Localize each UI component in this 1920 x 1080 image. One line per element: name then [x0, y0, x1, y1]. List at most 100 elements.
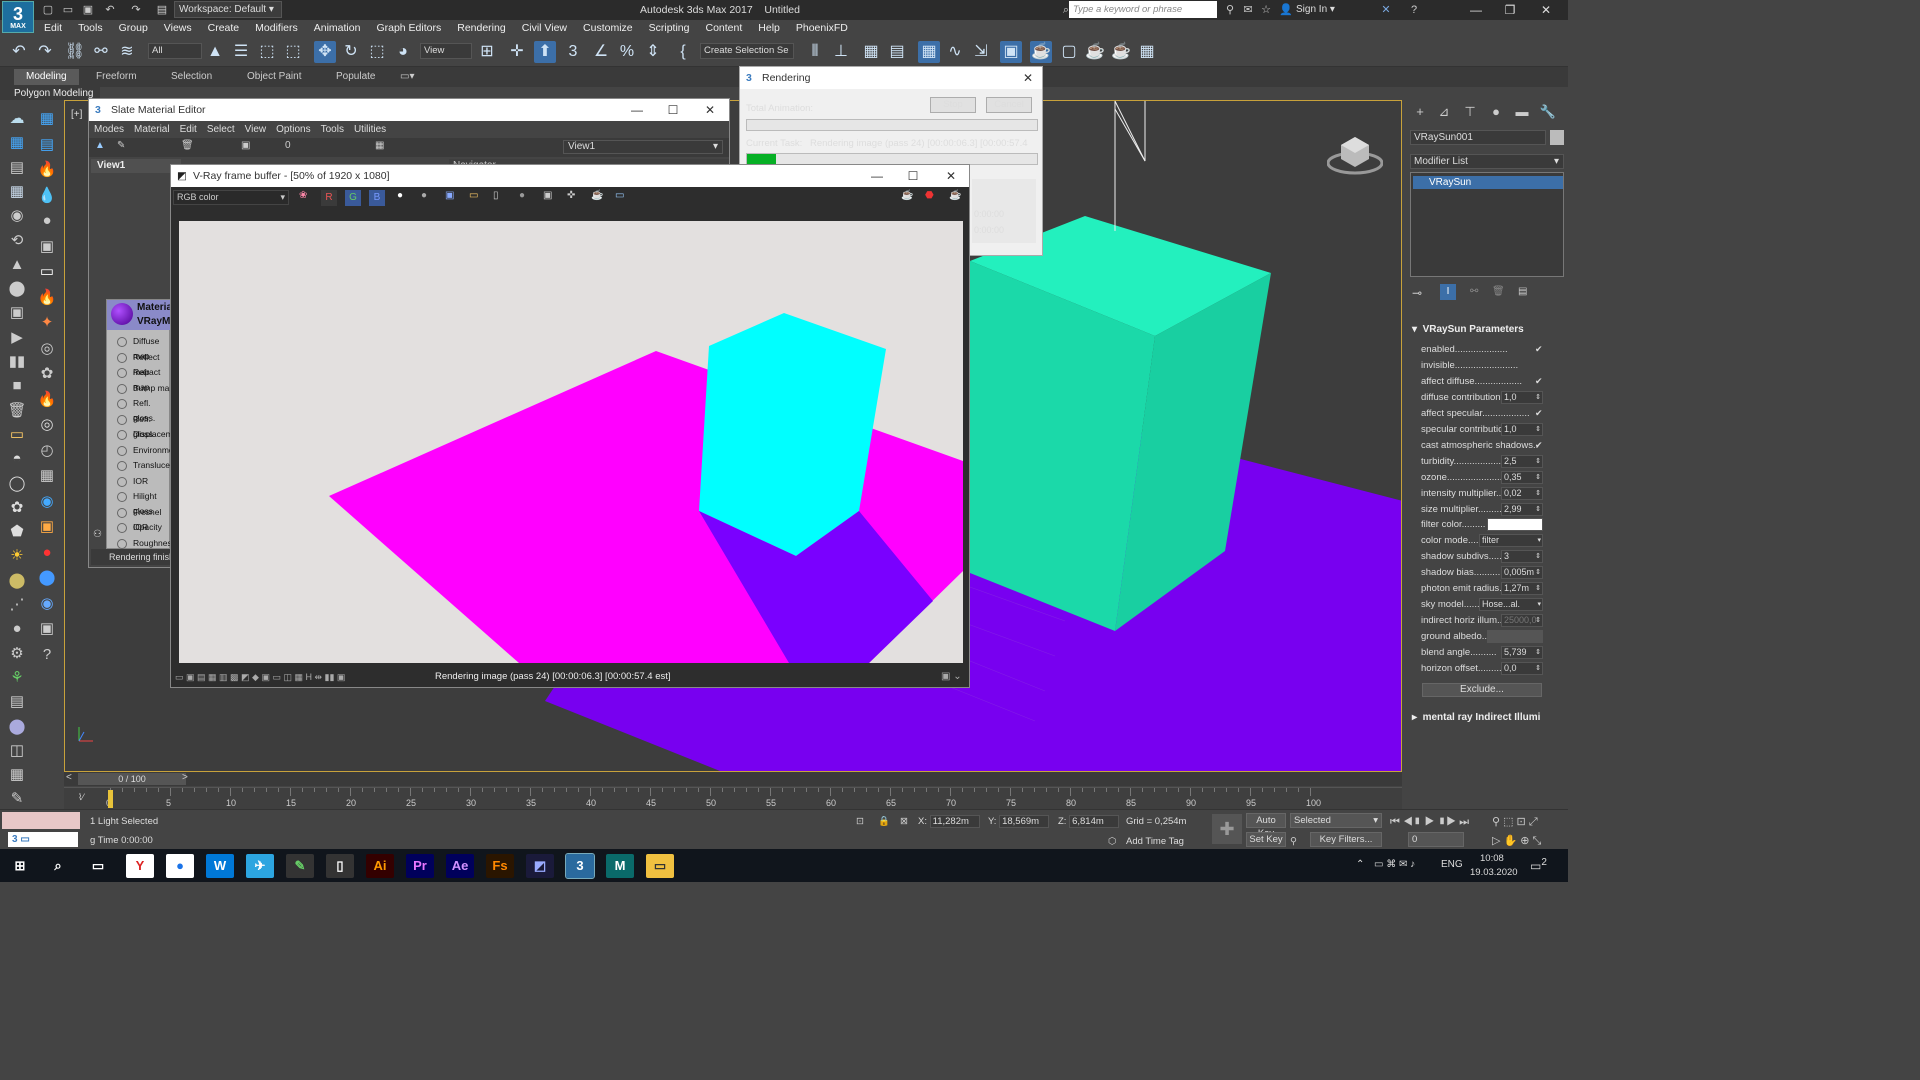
- set-key-button[interactable]: Set Key: [1246, 832, 1286, 847]
- gear-icon[interactable]: ⚙: [6, 643, 28, 665]
- playback-controls[interactable]: ⏮ ◀▮ ▶ ▮▶ ⏭: [1390, 815, 1469, 829]
- param-color-swatch[interactable]: [1487, 630, 1543, 644]
- param-spinner[interactable]: 1,0 ⇕: [1501, 390, 1543, 404]
- trash-icon[interactable]: 🗑: [6, 400, 28, 422]
- target-icon[interactable]: ◎: [36, 338, 58, 360]
- cone-icon[interactable]: ▲: [6, 254, 28, 276]
- workspace-dropdown[interactable]: Workspace: Default ▾: [174, 1, 282, 18]
- red-channel-icon[interactable]: R: [321, 190, 337, 206]
- key-selection-dropdown[interactable]: Selected ▾: [1290, 813, 1382, 828]
- selection-filter-dropdown[interactable]: All: [148, 43, 202, 59]
- spinner-snap-icon[interactable]: ⇕: [642, 41, 664, 63]
- material-slot[interactable]: Diffuse map: [117, 334, 175, 361]
- menu-graph-editors[interactable]: Graph Editors: [368, 20, 449, 37]
- hierarchy-tab-icon[interactable]: ⊤: [1460, 104, 1480, 122]
- param-spinner[interactable]: 0,0 ⇕: [1501, 662, 1543, 675]
- param-spinner[interactable]: 1,0 ⇕: [1501, 422, 1543, 436]
- screen-icon[interactable]: ▭: [36, 261, 58, 283]
- app-icon[interactable]: ◩: [526, 854, 554, 878]
- named-selection-dropdown[interactable]: Create Selection Se: [700, 43, 794, 59]
- menu-tools[interactable]: Tools: [70, 20, 111, 37]
- dots-icon[interactable]: ●: [6, 618, 28, 640]
- green-channel-icon[interactable]: G: [345, 190, 361, 206]
- globe-icon[interactable]: ◉: [36, 491, 58, 513]
- material-slot[interactable]: Fresnel IOR: [117, 505, 175, 532]
- y-coordinate-field[interactable]: 18,569m: [999, 815, 1050, 828]
- redo-icon[interactable]: ↷: [128, 2, 144, 18]
- telegram-icon[interactable]: ✈: [246, 854, 274, 878]
- window-crossing-icon[interactable]: ⬚: [282, 41, 304, 63]
- material-slot[interactable]: Reflect map: [117, 350, 175, 377]
- param-spinner[interactable]: 25000,0 ⇕: [1501, 614, 1543, 628]
- vraysun-rollout-header[interactable]: ▾ VRaySun Parameters: [1412, 324, 1524, 335]
- slate-menu-utilities[interactable]: Utilities: [349, 121, 391, 138]
- windows-store-icon[interactable]: W: [206, 854, 234, 878]
- slate-menu-material[interactable]: Material: [129, 121, 175, 138]
- fusion-icon[interactable]: Fs: [486, 854, 514, 878]
- material-slot[interactable]: Environment: [117, 443, 181, 458]
- slate-menu-select[interactable]: Select: [202, 121, 240, 138]
- material-slot[interactable]: Displacement: [117, 427, 185, 442]
- material-slot[interactable]: Refr. gloss.: [117, 412, 175, 439]
- viewport-nav-icons-2[interactable]: ▷ ✋ ⊕ ⤡: [1492, 834, 1541, 848]
- search-icon[interactable]: ⌕: [44, 854, 72, 878]
- keyboard-shortcut-icon[interactable]: ⬆: [534, 41, 556, 63]
- track-mouse-icon[interactable]: ✜: [567, 190, 575, 201]
- sphere-icon[interactable]: ⬤: [6, 278, 28, 300]
- chrome-icon[interactable]: ●: [166, 854, 194, 878]
- maya-icon[interactable]: M: [606, 854, 634, 878]
- clock-time[interactable]: 10:08: [1480, 853, 1504, 864]
- material-slot[interactable]: Refl. gloss.: [117, 396, 175, 423]
- ribbon-options-icon[interactable]: ▭▾: [400, 71, 414, 82]
- material-slot[interactable]: Hilight gloss: [117, 489, 175, 516]
- ribbon-tab-selection[interactable]: Selection: [171, 71, 212, 82]
- add-time-tag[interactable]: Add Time Tag: [1126, 835, 1184, 849]
- tray-chevron-icon[interactable]: ⌃: [1356, 859, 1364, 870]
- param-spinner[interactable]: 3 ⇕: [1501, 550, 1543, 564]
- slate-view-dropdown[interactable]: View1 ▾: [563, 140, 723, 154]
- render-icon[interactable]: ☕: [949, 190, 961, 201]
- box-icon[interactable]: ▣: [6, 302, 28, 324]
- minimize-button[interactable]: —: [1460, 0, 1492, 20]
- menu-scripting[interactable]: Scripting: [641, 20, 698, 37]
- grid-icon[interactable]: ▦: [6, 181, 28, 203]
- key-mode-icon[interactable]: ⚲: [1290, 835, 1297, 849]
- param-checkbox[interactable]: ✔: [1535, 408, 1544, 418]
- vfb-status-icons[interactable]: ▭ ▣ ▤ ▦ ▥ ▩ ◩ ◆ ▣ ▭ ◫ ▦ H ⇹ ▮▮ ▣: [175, 667, 345, 687]
- ball-icon[interactable]: ⬤: [6, 570, 28, 592]
- schematic-view-icon[interactable]: ⇲: [970, 41, 992, 63]
- vfb-close-button[interactable]: ✕: [933, 165, 969, 187]
- app-logo[interactable]: 3 MAX: [2, 1, 34, 33]
- curve-editor-icon[interactable]: ∿: [944, 41, 966, 63]
- alpha-icon[interactable]: ●: [397, 190, 403, 201]
- after-effects-icon[interactable]: Ae: [446, 854, 474, 878]
- dome-icon[interactable]: ◓: [6, 448, 28, 470]
- pin-stack-icon[interactable]: ⊸: [1412, 286, 1422, 300]
- calc-icon[interactable]: ▦: [6, 764, 28, 786]
- rendered-frame-icon[interactable]: ▢: [1058, 41, 1080, 63]
- slate-select-icon[interactable]: ▲: [95, 140, 105, 151]
- vfb-maximize-button[interactable]: ☐: [895, 165, 931, 187]
- bucket-icon[interactable]: ▣: [36, 516, 58, 538]
- burst-icon[interactable]: ✦: [36, 312, 58, 334]
- render-last-icon[interactable]: ☕: [591, 190, 603, 201]
- slate-show-bg-icon[interactable]: ▣: [241, 140, 250, 151]
- edit-icon[interactable]: ✎: [6, 788, 28, 810]
- search-input[interactable]: Type a keyword or phrase: [1069, 1, 1217, 18]
- percent-snap-icon[interactable]: %: [616, 41, 638, 63]
- close-button[interactable]: ✕: [1530, 0, 1562, 20]
- param-checkbox[interactable]: ✔: [1535, 345, 1544, 354]
- sign-in-link[interactable]: Sign In ▾: [1296, 0, 1335, 20]
- param-spinner[interactable]: 0,35 ⇕: [1501, 470, 1543, 484]
- clear-image-icon[interactable]: ▯: [493, 190, 499, 201]
- a360-render-icon[interactable]: ▦: [1136, 41, 1158, 63]
- 3dsmax-icon[interactable]: 3: [565, 853, 595, 879]
- windows-start-icon[interactable]: ⊞: [6, 854, 34, 878]
- premiere-icon[interactable]: Pr: [406, 854, 434, 878]
- slate-menu-view[interactable]: View: [240, 121, 272, 138]
- material-node[interactable]: Materia VRayM Diffuse map Reflect map Refr…: [106, 299, 185, 549]
- smoke-icon[interactable]: ✿: [36, 363, 58, 385]
- time-slider[interactable]: 0 / 100: [78, 773, 186, 785]
- param-dropdown[interactable]: filter ▾: [1479, 534, 1543, 548]
- slate-menu-tools[interactable]: Tools: [316, 121, 349, 138]
